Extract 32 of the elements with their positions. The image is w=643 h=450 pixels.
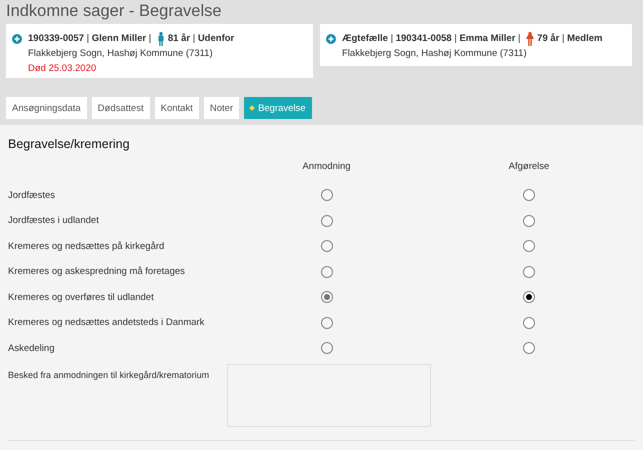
radio-button[interactable] — [523, 189, 535, 202]
person-info: 79 år | Medlem — [537, 32, 602, 46]
option-label: Jordfæstes i udlandet — [8, 214, 100, 228]
column-header: Afgørelse — [508, 160, 550, 174]
expand-icon[interactable] — [12, 34, 22, 44]
option-label: Kremeres og overføres til udlandet — [8, 290, 155, 305]
expand-icon[interactable] — [326, 34, 336, 44]
radio-button[interactable] — [523, 266, 535, 278]
radio-button[interactable] — [523, 316, 535, 329]
section-title: Begravelse/kremering — [8, 137, 131, 153]
tab[interactable]: Dødsattest — [92, 97, 150, 119]
radio-button[interactable] — [523, 240, 535, 252]
person-info: 81 år | Udenfor — [168, 32, 234, 46]
field-label: Besked fra anmodningen til kirkegård/krematorium — [8, 369, 210, 382]
person-info: 190339-0057 | Glenn Miller | — [28, 32, 152, 46]
option-label: Kremeres og askespredning må foretages — [8, 265, 186, 280]
radio-button[interactable] — [523, 342, 535, 354]
person-info: Ægtefælle | 190341-0058 | Emma Miller | — [342, 32, 522, 46]
option-label: Askedeling — [8, 342, 56, 356]
option-label: Jordfæstes — [8, 188, 56, 203]
address-text: Flakkebjerg Sogn, Hashøj Kommune (7311) — [341, 47, 528, 61]
address-text: Flakkebjerg Sogn, Hashøj Kommune (7311) — [27, 47, 214, 61]
tab[interactable]: Kontakt — [154, 97, 199, 119]
column-header: Anmodning — [301, 160, 352, 174]
option-label: Kremeres og nedsættes andetsteds i Danmark — [8, 316, 206, 330]
tab[interactable]: Ansøgningsdata — [6, 97, 87, 119]
option-label: Kremeres og nedsættes på kirkegård — [8, 240, 166, 254]
tab[interactable]: Noter — [204, 97, 240, 119]
radio-button[interactable] — [523, 214, 535, 227]
radio-button[interactable] — [523, 291, 535, 304]
page-title: Indkomne sager - Begravelse — [6, 2, 223, 22]
death-date: Død 25.03.2020 — [27, 62, 98, 76]
